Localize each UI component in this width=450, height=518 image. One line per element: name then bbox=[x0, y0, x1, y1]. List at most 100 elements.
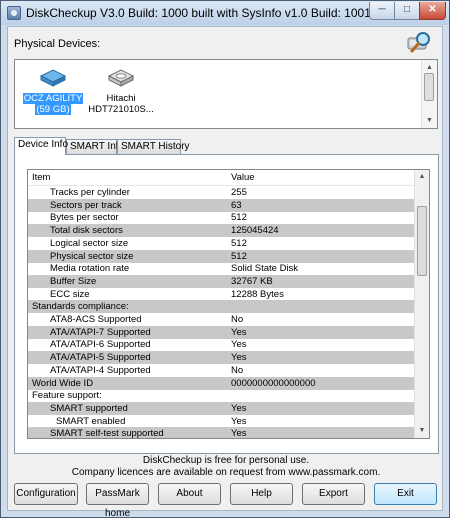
passmark-home-button[interactable]: PassMark home bbox=[86, 483, 149, 517]
row-value: No bbox=[231, 314, 244, 325]
row-value: No bbox=[231, 364, 244, 376]
export-button-label: Export bbox=[319, 488, 348, 499]
table-row[interactable]: Physical sector size 512 bbox=[28, 249, 418, 263]
device-item-hitachi[interactable]: Hitachi HDT721010S... bbox=[88, 66, 154, 115]
row-value: 512 bbox=[231, 250, 247, 262]
exit-button[interactable]: Exit bbox=[374, 483, 437, 505]
close-button[interactable]: ✕ bbox=[419, 2, 446, 20]
row-item: Feature support: bbox=[32, 390, 102, 402]
about-button[interactable]: About bbox=[158, 483, 221, 505]
table-row[interactable]: ATA/ATAPI-7 Supported Yes bbox=[28, 325, 418, 339]
device-info-panel: Item Value Tracks per cylinder 255 Sectors… bbox=[14, 154, 439, 454]
app-window: DiskCheckup V3.0 Build: 1000 built with … bbox=[0, 0, 450, 518]
passmark-home-button-label: PassMark home bbox=[95, 488, 140, 518]
table-row[interactable]: Sectors per track 63 bbox=[28, 198, 418, 212]
tab-smart-info[interactable]: SMART Info bbox=[66, 139, 124, 154]
minimize-button[interactable]: ─ bbox=[369, 2, 395, 20]
table-row[interactable]: Total disk sectors 125045424 bbox=[28, 224, 418, 238]
row-value: Yes bbox=[231, 428, 247, 439]
licence-notice: Company licences are available on reques… bbox=[71, 467, 381, 478]
row-item: ATA/ATAPI-7 Supported bbox=[50, 326, 151, 338]
row-item: ECC size bbox=[50, 288, 90, 300]
app-icon bbox=[7, 6, 21, 20]
device-info-table[interactable]: Item Value Tracks per cylinder 255 Sectors… bbox=[27, 169, 430, 439]
table-row[interactable]: ECC size 12288 Bytes bbox=[28, 288, 418, 301]
search-icon[interactable] bbox=[406, 30, 434, 56]
row-item: SMART enabled bbox=[56, 415, 126, 427]
row-item: World Wide ID bbox=[32, 377, 94, 389]
row-item: Tracks per cylinder bbox=[50, 187, 130, 198]
row-value: Solid State Disk bbox=[231, 263, 299, 275]
row-value: Yes bbox=[231, 402, 247, 414]
tab-smart-history[interactable]: SMART History bbox=[117, 139, 190, 154]
main-panel: Physical Devices: OCZ AGILITY (59 GB) Hi… bbox=[7, 26, 443, 517]
table-row[interactable]: SMART enabled Yes bbox=[28, 415, 418, 428]
row-item: ATA/ATAPI-4 Supported bbox=[50, 364, 151, 376]
row-item: ATA8-ACS Supported bbox=[50, 314, 142, 325]
help-button-label: Help bbox=[251, 488, 272, 499]
row-item: Standards compliance: bbox=[32, 301, 129, 313]
row-value: Yes bbox=[231, 415, 247, 427]
table-row[interactable]: ATA/ATAPI-4 Supported No bbox=[28, 364, 418, 377]
tab-device-info[interactable]: Device Info bbox=[14, 137, 68, 155]
row-item: ATA/ATAPI-5 Supported bbox=[50, 352, 151, 364]
hdd-icon bbox=[107, 69, 135, 87]
device-size: (59 GB) bbox=[35, 104, 71, 115]
row-value: 512 bbox=[231, 212, 247, 224]
device-name: OCZ AGILITY bbox=[22, 93, 84, 104]
row-value: 12288 Bytes bbox=[231, 288, 284, 300]
window-title: DiskCheckup V3.0 Build: 1000 built with … bbox=[26, 6, 371, 20]
table-scrollbar[interactable]: ▲ ▼ bbox=[414, 170, 429, 438]
column-header-value[interactable]: Value bbox=[231, 170, 255, 185]
table-row[interactable]: Tracks per cylinder 255 bbox=[28, 186, 418, 199]
row-item: Logical sector size bbox=[50, 237, 129, 249]
physical-devices-label: Physical Devices: bbox=[14, 38, 101, 50]
row-value: 0000000000000000 bbox=[231, 377, 316, 389]
row-item: SMART supported bbox=[50, 402, 128, 414]
device-item-ocz-agility[interactable]: OCZ AGILITY (59 GB) bbox=[20, 66, 86, 115]
exit-button-label: Exit bbox=[397, 488, 414, 499]
configuration-button[interactable]: Configuration bbox=[14, 483, 78, 505]
row-value: 32767 KB bbox=[231, 275, 273, 287]
scroll-thumb[interactable] bbox=[424, 73, 434, 101]
row-value: 255 bbox=[231, 187, 247, 198]
row-item: Media rotation rate bbox=[50, 263, 130, 275]
scroll-down-arrow-icon[interactable]: ▼ bbox=[422, 113, 437, 128]
scroll-thumb[interactable] bbox=[417, 206, 427, 276]
devices-scrollbar[interactable]: ▲ ▼ bbox=[421, 60, 437, 128]
table-row[interactable]: Bytes per sector 512 bbox=[28, 211, 418, 224]
table-row[interactable]: Logical sector size 512 bbox=[28, 237, 418, 250]
table-row[interactable]: SMART self-test supported Yes bbox=[28, 427, 418, 439]
row-item: Total disk sectors bbox=[50, 225, 123, 237]
table-row[interactable]: World Wide ID 0000000000000000 bbox=[28, 376, 418, 390]
table-header: Item Value bbox=[28, 170, 418, 186]
row-item: ATA/ATAPI-6 Supported bbox=[50, 339, 151, 351]
table-row[interactable]: Standards compliance: bbox=[28, 300, 418, 314]
table-row[interactable]: Buffer Size 32767 KB bbox=[28, 274, 418, 288]
column-header-item[interactable]: Item bbox=[32, 170, 50, 185]
help-button[interactable]: Help bbox=[230, 483, 293, 505]
table-row[interactable]: Feature support: bbox=[28, 389, 418, 402]
row-value: 512 bbox=[231, 237, 247, 249]
scroll-down-arrow-icon[interactable]: ▼ bbox=[415, 424, 429, 438]
row-value: 63 bbox=[231, 199, 242, 211]
about-button-label: About bbox=[176, 488, 203, 499]
maximize-button[interactable]: □ bbox=[394, 2, 420, 20]
device-name: Hitachi bbox=[106, 93, 136, 104]
title-bar[interactable]: DiskCheckup V3.0 Build: 1000 built with … bbox=[1, 1, 449, 25]
physical-devices-list[interactable]: OCZ AGILITY (59 GB) Hitachi HDT721010S..… bbox=[14, 59, 438, 129]
free-use-notice: DiskCheckup is free for personal use. bbox=[142, 455, 310, 466]
device-model: HDT721010S... bbox=[88, 104, 154, 115]
export-button[interactable]: Export bbox=[302, 483, 365, 505]
row-value: Yes bbox=[231, 339, 247, 351]
table-row[interactable]: ATA/ATAPI-6 Supported Yes bbox=[28, 338, 418, 351]
table-row[interactable]: SMART supported Yes bbox=[28, 401, 418, 415]
row-item: Physical sector size bbox=[50, 250, 134, 262]
scroll-up-arrow-icon[interactable]: ▲ bbox=[415, 170, 429, 184]
table-row[interactable]: Media rotation rate Solid State Disk bbox=[28, 262, 418, 275]
configuration-button-label: Configuration bbox=[16, 488, 76, 499]
table-row[interactable]: ATA8-ACS Supported No bbox=[28, 313, 418, 326]
row-item: Bytes per sector bbox=[50, 212, 119, 224]
row-value: Yes bbox=[231, 326, 247, 338]
table-row[interactable]: ATA/ATAPI-5 Supported Yes bbox=[28, 351, 418, 365]
